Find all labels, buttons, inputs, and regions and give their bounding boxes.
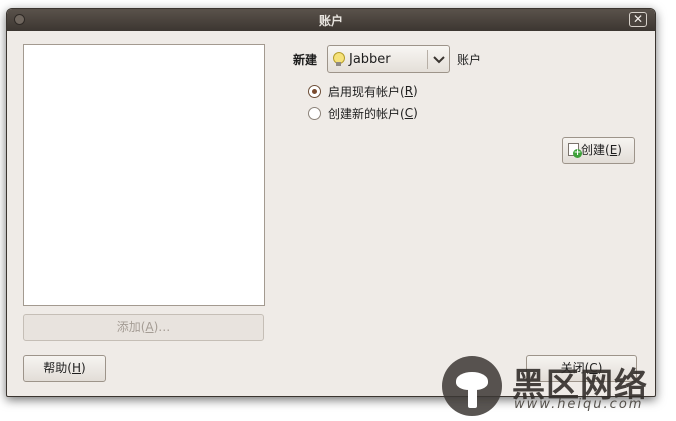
- lightbulb-icon: [333, 52, 345, 66]
- add-button[interactable]: 添加(A)…: [23, 314, 264, 341]
- add-button-tail: )…: [153, 320, 171, 334]
- radio-label-text: 启用现有帐户(: [328, 84, 405, 99]
- create-button[interactable]: + 创建(E): [562, 137, 635, 164]
- window-title: 账户: [318, 14, 343, 28]
- help-button-text: 帮助(: [43, 361, 72, 375]
- title-bar: 账户 ✕: [7, 9, 655, 31]
- add-page-icon: +: [568, 143, 582, 158]
- combo-divider: [427, 50, 428, 69]
- mushroom-logo-icon: [442, 356, 502, 416]
- help-button-mnemonic: H: [71, 361, 82, 375]
- radio-label-tail: ): [413, 106, 418, 120]
- radio-create-new[interactable]: 创建新的帐户(C): [308, 104, 418, 122]
- accounts-dialog: 账户 ✕ 添加(A)… 帮助(H) 关闭(C) 新建 Jabber 账户 启用现…: [6, 8, 656, 397]
- help-button[interactable]: 帮助(H): [23, 355, 106, 382]
- help-button-tail: ): [81, 361, 86, 375]
- radio-label-mnemonic: R: [404, 84, 414, 98]
- radio-label-text: 创建新的帐户(: [328, 106, 405, 121]
- account-list[interactable]: [23, 44, 265, 306]
- chevron-down-icon[interactable]: [432, 50, 446, 71]
- create-button-tail: ): [617, 143, 622, 157]
- new-label: 新建: [293, 53, 318, 67]
- account-suffix-label: 账户: [457, 53, 482, 67]
- radio-indicator-selected[interactable]: [308, 84, 321, 98]
- close-icon[interactable]: ✕: [629, 12, 647, 27]
- protocol-select[interactable]: Jabber: [327, 45, 450, 73]
- radio-label-tail: ): [413, 84, 418, 98]
- create-button-text: 创建(: [581, 143, 610, 157]
- watermark-url: www.heiqu.com: [514, 397, 644, 412]
- radio-label-mnemonic: C: [404, 106, 414, 120]
- add-button-text: 添加(: [116, 320, 146, 334]
- radio-use-existing[interactable]: 启用现有帐户(R): [308, 82, 418, 100]
- add-button-mnemonic: A: [145, 320, 154, 334]
- site-watermark: 黑区网络 www.heiqu.com: [442, 356, 676, 416]
- protocol-value: Jabber: [349, 52, 391, 67]
- radio-indicator[interactable]: [308, 106, 321, 120]
